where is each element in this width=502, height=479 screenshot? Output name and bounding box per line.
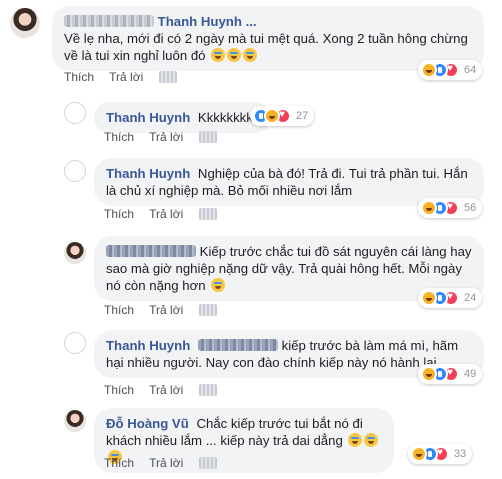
reactions-summary[interactable]: 56 bbox=[418, 198, 483, 218]
comment-actions: Thích Trả lời bbox=[104, 130, 217, 144]
comment-actions: Thích Trả lời bbox=[104, 456, 217, 470]
reactions-summary[interactable]: 33 bbox=[408, 444, 473, 464]
comment-bubble: Thanh Huynh Kkkkkkkkk bbox=[94, 102, 272, 133]
crying-emoji-icon bbox=[227, 48, 242, 62]
haha-icon bbox=[411, 446, 427, 462]
redacted-name bbox=[106, 245, 196, 257]
haha-icon bbox=[421, 200, 437, 216]
reactions-summary[interactable]: 27 bbox=[250, 106, 315, 126]
reaction-count: 24 bbox=[464, 292, 477, 304]
commenter-name[interactable]: Đỗ Hoàng Vũ bbox=[106, 416, 189, 431]
commenter-name[interactable]: Thanh Huynh bbox=[106, 338, 190, 353]
comment-actions: Thích Trả lời bbox=[104, 303, 217, 317]
like-link[interactable]: Thích bbox=[64, 70, 94, 84]
redacted-timestamp bbox=[158, 71, 177, 83]
like-link[interactable]: Thích bbox=[104, 456, 134, 470]
avatar[interactable] bbox=[64, 242, 86, 264]
crying-emoji-icon bbox=[211, 48, 226, 62]
reaction-count: 27 bbox=[296, 110, 309, 122]
reply-link[interactable]: Trả lời bbox=[149, 383, 183, 397]
reply-link[interactable]: Trả lời bbox=[149, 303, 183, 317]
reply-link[interactable]: Trả lời bbox=[149, 456, 183, 470]
crying-emoji-icon bbox=[211, 278, 226, 292]
like-link[interactable]: Thích bbox=[104, 383, 134, 397]
crying-emoji-icon bbox=[243, 48, 258, 62]
redacted-timestamp bbox=[198, 208, 217, 220]
haha-icon bbox=[264, 108, 280, 124]
avatar[interactable] bbox=[64, 160, 86, 182]
comment-actions: Thích Trả lời bbox=[104, 207, 217, 221]
reactions-summary[interactable]: 64 bbox=[418, 60, 483, 80]
commenter-name[interactable]: Thanh Huynh ... bbox=[158, 14, 257, 29]
reply-link[interactable]: Trả lời bbox=[149, 207, 183, 221]
redacted-name bbox=[64, 15, 154, 27]
comment-text: Về lẹ nha, mới đi có 2 ngày mà tui mệt q… bbox=[64, 31, 468, 63]
avatar[interactable] bbox=[64, 102, 86, 124]
reaction-count: 64 bbox=[464, 64, 477, 76]
comment-actions: Thích Trả lời bbox=[64, 70, 177, 84]
avatar[interactable] bbox=[64, 410, 86, 432]
reactions-summary[interactable]: 49 bbox=[418, 364, 483, 384]
reply-link[interactable]: Trả lời bbox=[109, 70, 143, 84]
commenter-name[interactable]: Thanh Huynh bbox=[106, 110, 190, 125]
crying-emoji-icon bbox=[364, 433, 379, 447]
reply-link[interactable]: Trả lời bbox=[149, 130, 183, 144]
redacted-mention bbox=[197, 339, 278, 351]
haha-icon bbox=[421, 290, 437, 306]
crying-emoji-icon bbox=[348, 433, 363, 447]
reaction-count: 49 bbox=[464, 368, 477, 380]
reaction-count: 56 bbox=[464, 202, 477, 214]
reactions-summary[interactable]: 24 bbox=[418, 288, 483, 308]
haha-icon bbox=[421, 62, 437, 78]
avatar[interactable] bbox=[10, 8, 40, 38]
like-link[interactable]: Thích bbox=[104, 207, 134, 221]
like-link[interactable]: Thích bbox=[104, 303, 134, 317]
reaction-count: 33 bbox=[454, 448, 467, 460]
like-link[interactable]: Thích bbox=[104, 130, 134, 144]
redacted-timestamp bbox=[198, 457, 217, 469]
comment-bubble: Thanh Huynh ... Về lẹ nha, mới đi có 2 n… bbox=[52, 6, 484, 71]
comment-actions: Thích Trả lời bbox=[104, 383, 217, 397]
redacted-timestamp bbox=[198, 384, 217, 396]
avatar[interactable] bbox=[64, 332, 86, 354]
commenter-name[interactable]: Thanh Huynh bbox=[106, 166, 190, 181]
haha-icon bbox=[421, 366, 437, 382]
redacted-timestamp bbox=[198, 131, 217, 143]
redacted-timestamp bbox=[198, 304, 217, 316]
